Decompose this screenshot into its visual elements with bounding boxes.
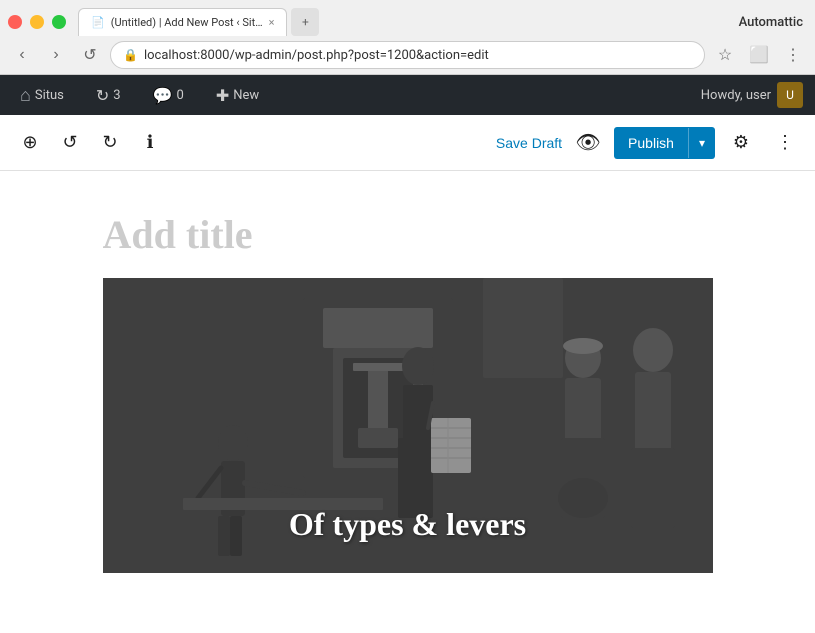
info-icon: ℹ <box>147 132 154 153</box>
info-button[interactable]: ℹ <box>132 125 168 161</box>
comment-icon: 💬 <box>153 86 173 105</box>
publish-button[interactable]: Publish <box>614 127 688 159</box>
browser-tab-active[interactable]: 📄 (Untitled) | Add New Post ‹ Sit… × <box>78 8 287 36</box>
window-maximize-dot[interactable] <box>52 15 66 29</box>
publish-dropdown-button[interactable]: ▾ <box>688 128 715 158</box>
toolbar-right: Save Draft 👁 Publish ▾ ⚙ ⋮ <box>496 125 803 161</box>
howdy-text: Howdy, user <box>701 88 771 103</box>
wp-home-item[interactable]: ⌂ Situs <box>12 75 72 115</box>
publish-button-group: Publish ▾ <box>614 127 715 159</box>
updates-count: 3 <box>113 88 120 103</box>
wp-howdy[interactable]: Howdy, user U <box>701 82 803 108</box>
cover-title-text: Of types & levers <box>289 506 526 543</box>
plus-circle-icon: ⊕ <box>22 132 37 153</box>
redo-icon: ↻ <box>102 132 117 153</box>
add-block-button[interactable]: ⊕ <box>12 125 48 161</box>
window-close-dot[interactable] <box>8 15 22 29</box>
settings-button[interactable]: ⚙ <box>723 125 759 161</box>
new-label: New <box>233 88 259 103</box>
vertical-dots-icon: ⋮ <box>776 132 794 153</box>
new-tab-button[interactable]: + <box>291 8 319 36</box>
undo-button[interactable]: ↺ <box>52 125 88 161</box>
tab-close-button[interactable]: × <box>269 16 275 29</box>
window-minimize-dot[interactable] <box>30 15 44 29</box>
wp-site-name: Situs <box>35 88 64 103</box>
chevron-down-icon: ▾ <box>699 136 705 150</box>
cover-image: Of types & levers <box>103 278 713 573</box>
browser-company: Automattic <box>739 15 807 30</box>
editor-inner <box>103 211 713 278</box>
avatar-initial: U <box>786 88 794 102</box>
save-draft-button[interactable]: Save Draft <box>496 135 562 151</box>
gear-icon: ⚙ <box>733 132 749 153</box>
reload-button[interactable]: ↺ <box>76 41 104 69</box>
updates-icon: ↻ <box>96 86 109 105</box>
wp-comments-item[interactable]: 💬 0 <box>145 75 192 115</box>
wp-admin-bar: ⌂ Situs ↻ 3 💬 0 ✚ New Howdy, user U <box>0 75 815 115</box>
cover-text-overlay: Of types & levers <box>103 476 713 573</box>
eye-icon: 👁 <box>575 130 600 155</box>
cover-image-block[interactable]: Of types & levers <box>103 278 713 573</box>
post-title-input[interactable] <box>103 211 713 278</box>
user-avatar: U <box>777 82 803 108</box>
url-text: localhost:8000/wp-admin/post.php?post=12… <box>144 48 489 63</box>
editor-content: Of types & levers <box>0 171 815 633</box>
wp-updates-item[interactable]: ↻ 3 <box>88 75 129 115</box>
more-options-button[interactable]: ⋮ <box>767 125 803 161</box>
redo-button[interactable]: ↻ <box>92 125 128 161</box>
bookmark-button[interactable]: ☆ <box>711 41 739 69</box>
forward-button[interactable]: › <box>42 41 70 69</box>
toolbar-left: ⊕ ↺ ↻ ℹ <box>12 125 168 161</box>
home-icon: ⌂ <box>20 85 31 106</box>
wp-new-item[interactable]: ✚ New <box>208 75 267 115</box>
lock-icon: 🔒 <box>123 48 138 62</box>
address-bar[interactable]: 🔒 localhost:8000/wp-admin/post.php?post=… <box>110 41 705 69</box>
tab-title: (Untitled) | Add New Post ‹ Sit… <box>111 16 263 29</box>
comments-count: 0 <box>177 88 184 103</box>
plus-icon: ✚ <box>216 86 229 105</box>
preview-button[interactable]: 👁 <box>570 125 606 161</box>
block-editor-toolbar: ⊕ ↺ ↻ ℹ Save Draft 👁 Publish ▾ ⚙ ⋮ <box>0 115 815 171</box>
undo-icon: ↺ <box>62 132 77 153</box>
more-options-button[interactable]: ⋮ <box>779 41 807 69</box>
wp-admin-bar-right: Howdy, user U <box>701 82 803 108</box>
cast-button[interactable]: ⬜ <box>745 41 773 69</box>
tab-favicon: 📄 <box>91 16 105 29</box>
back-button[interactable]: ‹ <box>8 41 36 69</box>
